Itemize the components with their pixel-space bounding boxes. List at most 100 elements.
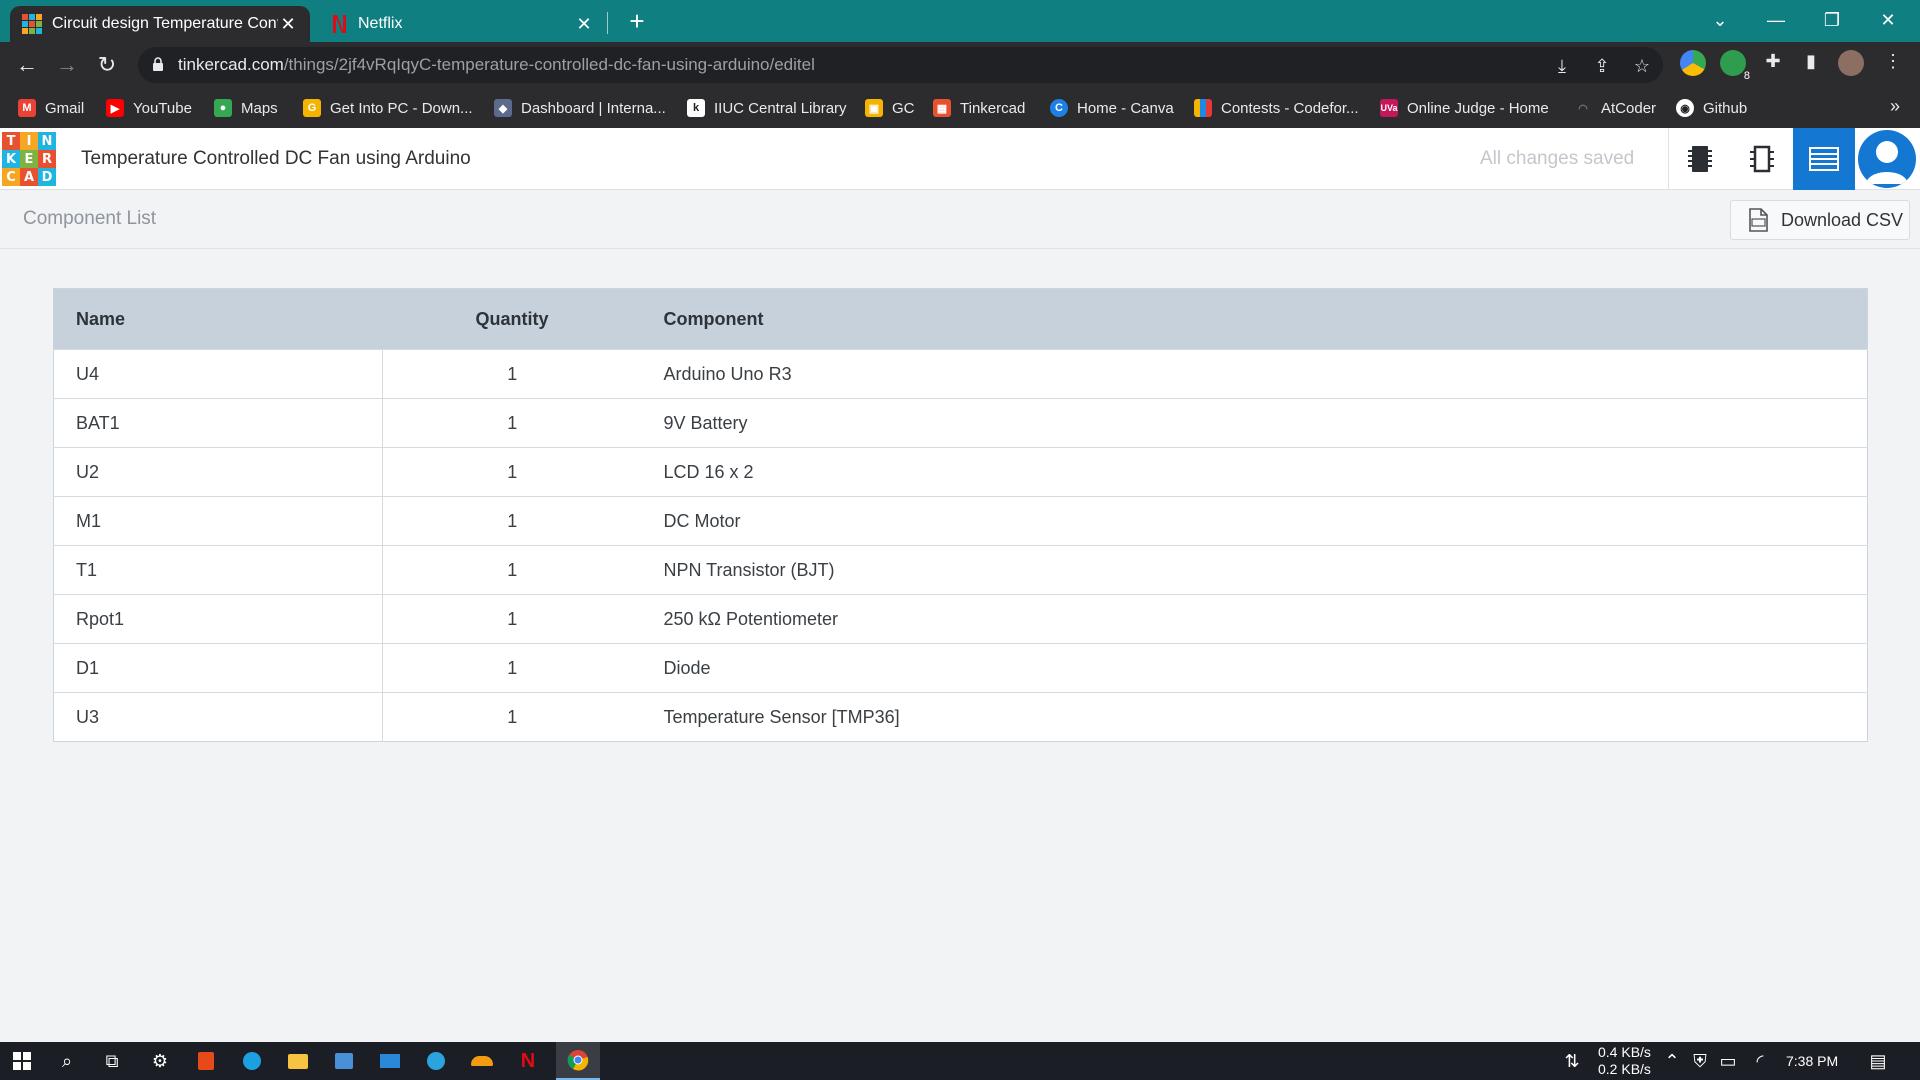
tinkercad-icon: ▦ (933, 99, 951, 117)
column-header-quantity[interactable]: Quantity (383, 289, 642, 350)
office-icon[interactable] (194, 1049, 218, 1073)
tab-search-icon[interactable]: ⌄ (1692, 0, 1748, 42)
bookmark-tinkercad[interactable]: ▦ Tinkercad (933, 96, 1025, 120)
getintopc-icon: G (303, 99, 321, 117)
more-bookmarks-icon[interactable]: » (1890, 96, 1900, 117)
share-icon[interactable]: ⇪ (1591, 55, 1613, 77)
store-icon[interactable] (332, 1049, 356, 1073)
bookmark-maps[interactable]: ● Maps (214, 96, 278, 120)
settings-gear-icon[interactable]: ⚙ (148, 1049, 172, 1073)
bookmark-star-icon[interactable]: ☆ (1631, 55, 1653, 77)
taskbar-clock[interactable]: 7:38 PM (1786, 1042, 1838, 1080)
bookmark-dashboard[interactable]: ◆ Dashboard | Interna... (494, 96, 666, 120)
url-path: /things/2jf4vRqIqyC-temperature-controll… (283, 55, 815, 74)
cloud-app-icon[interactable] (470, 1049, 494, 1073)
close-tab-icon[interactable]: ✕ (574, 14, 594, 35)
cell-name: BAT1 (53, 398, 383, 448)
cell-quantity: 1 (382, 643, 642, 693)
notifications-icon[interactable]: ▤ (1866, 1049, 1890, 1073)
edge-icon[interactable] (240, 1049, 264, 1073)
component-list-view-button[interactable] (1793, 128, 1855, 190)
restore-button[interactable]: ❐ (1804, 0, 1860, 42)
column-header-name[interactable]: Name (54, 289, 383, 350)
chrome-taskbar-button[interactable] (556, 1042, 600, 1080)
table-header-row: Name Quantity Component (53, 288, 1868, 350)
show-hidden-icons-chevron[interactable]: ⌃ (1660, 1049, 1684, 1073)
minimize-button[interactable]: — (1748, 0, 1804, 42)
user-silhouette-icon (1866, 141, 1908, 184)
install-app-icon[interactable]: ⤓ (1551, 55, 1573, 77)
wifi-icon[interactable]: ◜ (1748, 1049, 1772, 1073)
cell-name: U3 (53, 692, 383, 742)
tinkercad-favicon (22, 14, 42, 34)
bookmark-youtube[interactable]: ▶ YouTube (106, 96, 192, 120)
bookmark-atcoder[interactable]: ◠ AtCoder (1574, 96, 1656, 120)
download-csv-button[interactable]: Download CSV (1730, 200, 1910, 240)
extensions-puzzle-icon[interactable]: ✚ (1762, 50, 1784, 72)
extension-colorful-icon[interactable] (1680, 50, 1706, 76)
browser-tab-strip: Circuit design Temperature Conti ✕ Netfl… (0, 0, 1920, 42)
task-view-icon[interactable]: ⧉ (100, 1049, 124, 1073)
bookmark-github[interactable]: ◉ Github (1676, 96, 1747, 120)
windows-start-icon[interactable] (10, 1049, 34, 1073)
csv-file-icon (1749, 208, 1768, 232)
upload-speed: 0.2 KB/s (1598, 1061, 1651, 1077)
cell-quantity: 1 (382, 594, 642, 644)
reload-button[interactable]: ↻ (92, 50, 122, 80)
cell-name: D1 (53, 643, 383, 693)
new-tab-button[interactable]: + (622, 6, 652, 36)
side-panel-icon[interactable]: ▮ (1800, 50, 1822, 72)
maps-icon: ● (214, 99, 232, 117)
bookmark-iiuc-library[interactable]: k IIUC Central Library (687, 96, 847, 120)
forward-button[interactable]: → (52, 50, 82, 80)
bookmark-gmail[interactable]: M Gmail (18, 96, 84, 120)
chrome-menu-icon[interactable]: ⋮ (1882, 50, 1904, 72)
bookmarks-bar: M Gmail ▶ YouTube ● Maps G Get Into PC - Dow… (0, 88, 1920, 128)
cell-component: 250 kΩ Potentiometer (641, 594, 1868, 644)
battery-icon[interactable]: ▭ (1716, 1049, 1740, 1073)
browser-toolbar: ← → ↻ tinkercad.com/things/2jf4vRqIqyC-t… (0, 42, 1920, 88)
cell-name: M1 (53, 496, 383, 546)
back-button[interactable]: ← (12, 50, 42, 80)
bookmark-getintopc[interactable]: G Get Into PC - Down... (303, 96, 473, 120)
telegram-icon[interactable] (424, 1049, 448, 1073)
cell-name: U2 (53, 447, 383, 497)
address-bar[interactable]: tinkercad.com/things/2jf4vRqIqyC-tempera… (138, 47, 1663, 83)
cell-quantity: 1 (382, 545, 642, 595)
circuit-view-button[interactable] (1669, 128, 1731, 190)
atcoder-icon: ◠ (1578, 102, 1588, 115)
lock-icon (153, 57, 163, 71)
table-row: Rpot1 1 250 kΩ Potentiometer (53, 594, 1868, 644)
tinkercad-logo[interactable]: T I N K E R C A D (2, 132, 56, 186)
security-shield-icon[interactable]: ⛨ (1688, 1049, 1712, 1073)
extension-shield-icon[interactable]: 8 (1720, 50, 1750, 82)
close-tab-icon[interactable]: ✕ (278, 14, 298, 35)
netflix-app-icon[interactable]: N (516, 1049, 540, 1073)
tab-tinkercad[interactable]: Circuit design Temperature Conti ✕ (10, 6, 310, 42)
uva-icon: UVa (1380, 99, 1398, 117)
cell-component: NPN Transistor (BJT) (641, 545, 1868, 595)
schematic-view-button[interactable] (1731, 128, 1793, 190)
file-explorer-icon[interactable] (286, 1049, 310, 1073)
tab-netflix[interactable]: Netflix ✕ (316, 6, 606, 42)
table-row: U2 1 LCD 16 x 2 (53, 447, 1868, 497)
netflix-favicon (333, 15, 346, 33)
network-speed-arrows-icon: ⇅ (1564, 1050, 1580, 1071)
user-avatar[interactable] (1858, 130, 1916, 188)
url-text: tinkercad.com/things/2jf4vRqIqyC-tempera… (178, 47, 815, 83)
close-window-button[interactable]: ✕ (1860, 0, 1916, 42)
table-row: BAT1 1 9V Battery (53, 398, 1868, 448)
column-header-component[interactable]: Component (642, 289, 1868, 350)
search-icon[interactable]: ⌕ (55, 1049, 79, 1073)
cell-component: 9V Battery (641, 398, 1868, 448)
bookmark-gc[interactable]: ▣ GC (865, 96, 915, 120)
mail-icon[interactable] (378, 1049, 402, 1073)
cell-quantity: 1 (382, 398, 642, 448)
profile-avatar[interactable] (1838, 50, 1864, 76)
app-header: T I N K E R C A D Temperature Controlled… (0, 128, 1920, 190)
bookmark-codeforces[interactable]: Contests - Codefor... (1194, 96, 1359, 120)
bookmark-canva[interactable]: C Home - Canva (1050, 96, 1174, 120)
project-title[interactable]: Temperature Controlled DC Fan using Ardu… (81, 128, 471, 190)
extension-badge: 8 (1743, 70, 1750, 82)
bookmark-uva[interactable]: UVa Online Judge - Home (1380, 96, 1549, 120)
